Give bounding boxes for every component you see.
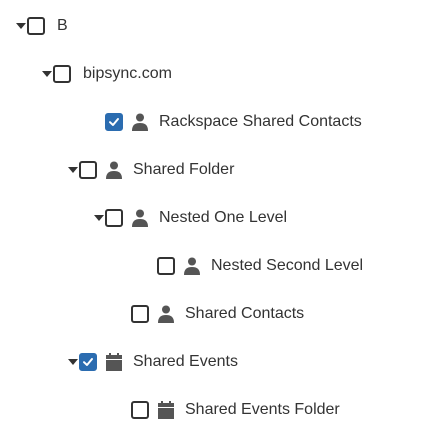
person-icon [103,158,125,182]
checkbox[interactable] [105,209,123,227]
tree-node-label[interactable]: bipsync.com [83,62,172,86]
caret-down-icon[interactable] [93,206,105,230]
caret-down-icon[interactable] [67,158,79,182]
tree-node-shared-events[interactable]: Shared Events [67,350,238,374]
tree-node-rackspace-shared-contacts[interactable]: Rackspace Shared Contacts [105,110,362,134]
tree-node-nested-second-level[interactable]: Nested Second Level [157,254,363,278]
caret-down-icon[interactable] [41,62,53,86]
checkbox-checked[interactable] [79,353,97,371]
tree-node-label[interactable]: Shared Contacts [185,302,304,326]
tree-node-shared-folder[interactable]: Shared Folder [67,158,234,182]
tree-node-label[interactable]: Shared Events Folder [185,398,340,422]
tree-node-bipsync[interactable]: bipsync.com [41,62,172,86]
tree-node-label[interactable]: Shared Folder [133,158,234,182]
person-icon [181,254,203,278]
person-icon [155,302,177,326]
tree-node-label[interactable]: Nested One Level [159,206,287,230]
checkbox[interactable] [53,65,71,83]
tree-node-label[interactable]: B [57,14,68,38]
tree-node-label[interactable]: Nested Second Level [211,254,363,278]
checkbox[interactable] [79,161,97,179]
tree-node-b[interactable]: B [15,14,68,38]
person-icon [129,110,151,134]
checkbox[interactable] [131,401,149,419]
tree-node-shared-contacts[interactable]: Shared Contacts [131,302,304,326]
checkbox[interactable] [27,17,45,35]
caret-down-icon[interactable] [15,14,27,38]
checkbox-checked[interactable] [105,113,123,131]
tree-node-shared-events-folder[interactable]: Shared Events Folder [131,398,340,422]
tree-node-label[interactable]: Shared Events [133,350,238,374]
checkbox[interactable] [157,257,175,275]
calendar-icon [155,398,177,422]
calendar-icon [103,350,125,374]
caret-down-icon[interactable] [67,350,79,374]
tree-node-label[interactable]: Rackspace Shared Contacts [159,110,362,134]
person-icon [129,206,151,230]
tree-node-nested-one-level[interactable]: Nested One Level [93,206,287,230]
checkbox[interactable] [131,305,149,323]
